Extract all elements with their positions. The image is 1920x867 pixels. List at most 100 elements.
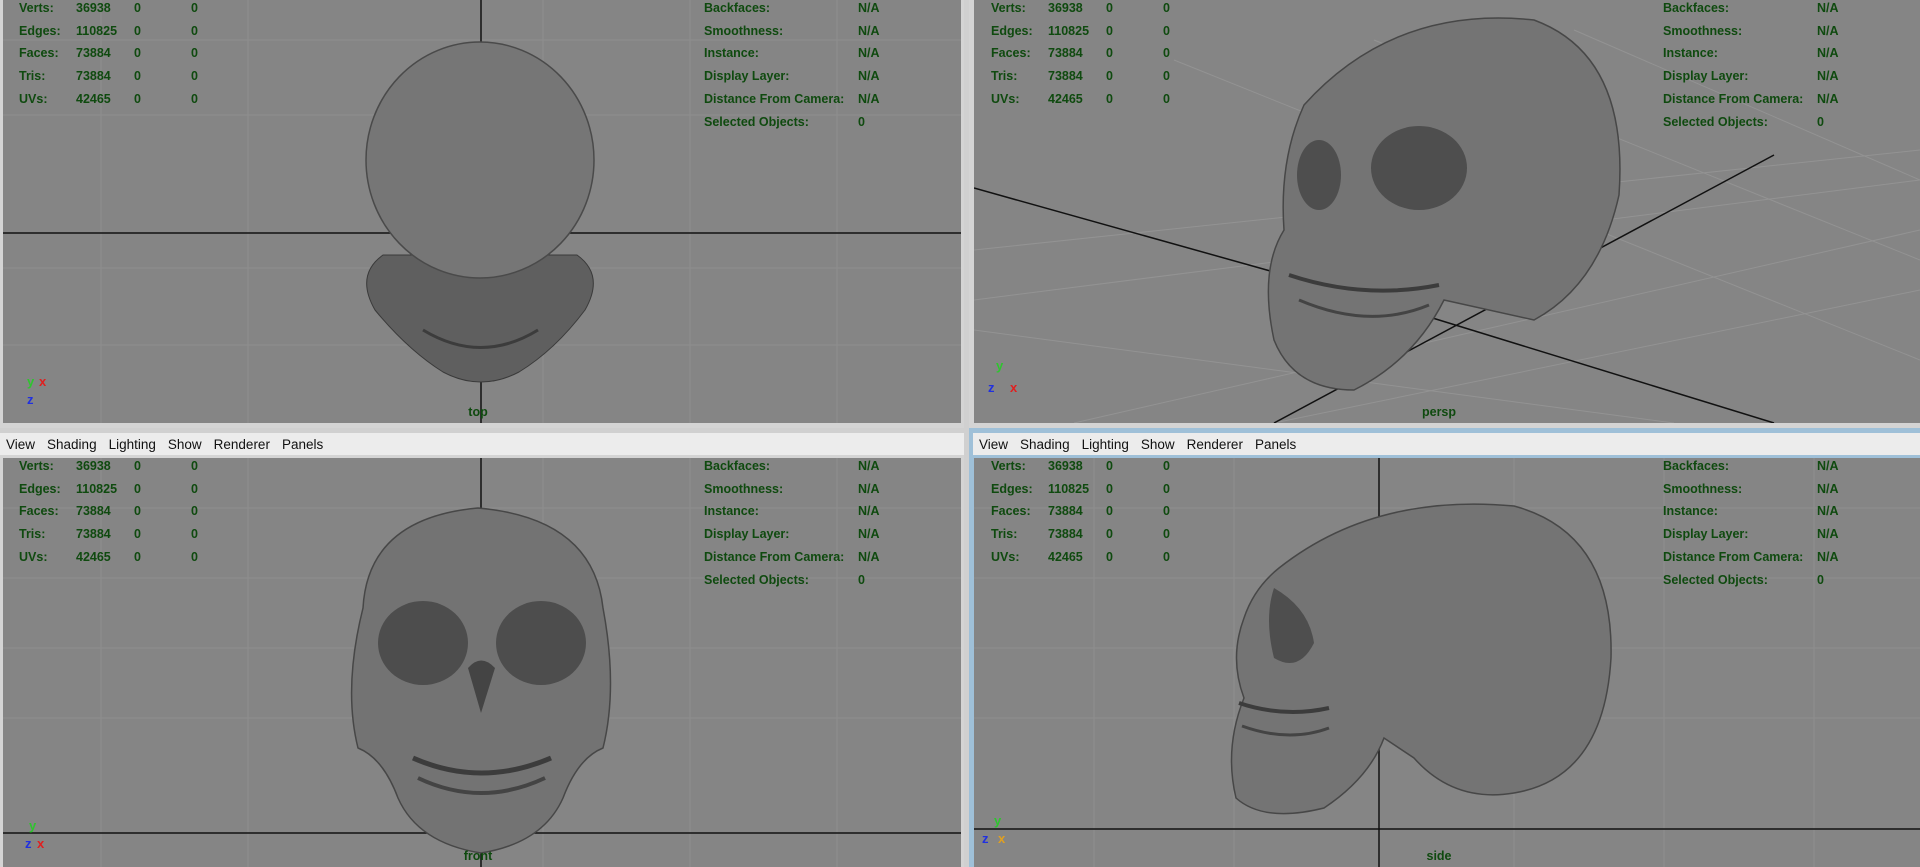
skull-front-mesh — [350, 507, 612, 854]
menu-show[interactable]: Show — [168, 437, 202, 452]
menu-lighting[interactable]: Lighting — [1082, 437, 1129, 452]
poly-count-hud-top: Verts: 36938 0 0 Edges: 110825 0 0 Faces: 73884 0 0… — [19, 0, 198, 111]
info-row: Smoothness: N/A — [1663, 478, 1839, 501]
stat-v3: 0 — [1163, 459, 1170, 473]
info-label: Backfaces: — [1663, 459, 1730, 473]
info-value: N/A — [858, 1, 880, 15]
stat-v3: 0 — [1163, 527, 1170, 542]
stat-v1: 73884 — [76, 46, 111, 61]
stat-v3: 0 — [1163, 549, 1170, 564]
camera-label-persp: persp — [1421, 405, 1457, 419]
info-label: Display Layer: — [704, 69, 790, 84]
stat-label: Tris: — [991, 69, 1018, 84]
stat-v2: 0 — [1106, 459, 1113, 473]
info-value: N/A — [858, 91, 880, 106]
stat-row: Verts: 36938 0 0 — [991, 455, 1170, 478]
info-value: N/A — [858, 481, 880, 496]
stat-row: UVs: 42465 0 0 — [19, 88, 198, 111]
stat-label: Tris: — [991, 527, 1018, 542]
stat-row: Faces: 73884 0 0 — [991, 500, 1170, 523]
stat-v1: 73884 — [76, 69, 111, 84]
stat-v2: 0 — [1106, 69, 1113, 84]
stat-row: Faces: 73884 0 0 — [19, 42, 198, 65]
menu-show[interactable]: Show — [1141, 437, 1175, 452]
stat-row: Edges: 110825 0 0 — [19, 478, 198, 501]
stat-row: UVs: 42465 0 0 — [991, 88, 1170, 111]
info-row: Selected Objects: 0 — [1663, 569, 1839, 592]
stat-v3: 0 — [191, 527, 198, 542]
stat-label: Faces: — [19, 46, 59, 61]
stat-label: UVs: — [19, 91, 48, 106]
stat-v2: 0 — [1106, 46, 1113, 61]
stat-v3: 0 — [191, 549, 198, 564]
stat-label: Faces: — [991, 504, 1031, 519]
stat-label: Faces: — [19, 504, 59, 519]
info-value: N/A — [1817, 549, 1839, 564]
stat-row: Edges: 110825 0 0 — [991, 478, 1170, 501]
stat-v2: 0 — [1106, 527, 1113, 542]
stat-label: Verts: — [19, 459, 54, 473]
skull-persp-mesh — [1267, 17, 1621, 391]
menu-panels[interactable]: Panels — [282, 437, 323, 452]
stat-row: Verts: 36938 0 0 — [19, 0, 198, 20]
stat-row: Tris: 73884 0 0 — [991, 65, 1170, 88]
stat-v3: 0 — [1163, 69, 1170, 84]
stat-v1: 36938 — [76, 1, 111, 15]
info-row: Instance: N/A — [1663, 500, 1839, 523]
stat-v2: 0 — [1106, 549, 1113, 564]
stat-label: Edges: — [19, 23, 61, 38]
stat-label: Tris: — [19, 69, 46, 84]
stat-label: UVs: — [991, 549, 1020, 564]
info-row: Instance: N/A — [704, 500, 880, 523]
info-label: Instance: — [704, 504, 759, 519]
menu-view[interactable]: View — [979, 437, 1008, 452]
info-value: N/A — [858, 69, 880, 84]
menubar-side: View Shading Lighting Show Renderer Pane… — [973, 433, 1920, 455]
stat-label: Edges: — [991, 481, 1033, 496]
info-value: 0 — [1817, 114, 1824, 129]
menu-renderer[interactable]: Renderer — [1187, 437, 1243, 452]
info-row: Smoothness: N/A — [1663, 20, 1839, 43]
stat-row: Tris: 73884 0 0 — [19, 523, 198, 546]
stat-v1: 110825 — [1048, 23, 1090, 38]
info-value: N/A — [858, 549, 880, 564]
menu-shading[interactable]: Shading — [1020, 437, 1070, 452]
menu-view[interactable]: View — [6, 437, 35, 452]
menu-renderer[interactable]: Renderer — [214, 437, 270, 452]
stat-v3: 0 — [1163, 504, 1170, 519]
stat-v1: 36938 — [76, 459, 111, 473]
stat-v1: 36938 — [1048, 1, 1083, 15]
stat-row: Faces: 73884 0 0 — [19, 500, 198, 523]
stat-v1: 42465 — [1048, 91, 1083, 106]
menu-shading[interactable]: Shading — [47, 437, 97, 452]
stat-v2: 0 — [134, 504, 141, 519]
menu-lighting[interactable]: Lighting — [109, 437, 156, 452]
info-label: Selected Objects: — [704, 572, 809, 587]
stat-v2: 0 — [134, 527, 141, 542]
stat-v1: 73884 — [1048, 69, 1083, 84]
info-value: N/A — [858, 459, 880, 473]
info-value: N/A — [1817, 46, 1839, 61]
stat-label: UVs: — [19, 549, 48, 564]
info-row: Selected Objects: 0 — [1663, 111, 1839, 134]
info-row: Distance From Camera: N/A — [704, 546, 880, 569]
stat-v3: 0 — [191, 459, 198, 473]
poly-count-hud-persp: Verts: 36938 0 0 Edges: 110825 0 0 Faces: 73884 0 0… — [991, 0, 1170, 111]
menu-panels[interactable]: Panels — [1255, 437, 1296, 452]
info-value: N/A — [1817, 91, 1839, 106]
info-label: Smoothness: — [1663, 481, 1743, 496]
info-row: Backfaces: N/A — [704, 455, 880, 478]
stat-label: Edges: — [991, 23, 1033, 38]
info-label: Smoothness: — [704, 481, 784, 496]
stat-row: Verts: 36938 0 0 — [991, 0, 1170, 20]
info-label: Backfaces: — [1663, 1, 1730, 15]
camera-label-top: top — [468, 405, 488, 419]
info-label: Backfaces: — [704, 1, 771, 15]
info-row: Smoothness: N/A — [704, 20, 880, 43]
camera-label-front: front — [463, 849, 493, 863]
info-label: Display Layer: — [1663, 69, 1749, 84]
stat-row: Edges: 110825 0 0 — [19, 20, 198, 43]
info-label: Instance: — [704, 46, 759, 61]
menubar-front: View Shading Lighting Show Renderer Pane… — [0, 433, 964, 455]
stat-v1: 73884 — [1048, 527, 1083, 542]
